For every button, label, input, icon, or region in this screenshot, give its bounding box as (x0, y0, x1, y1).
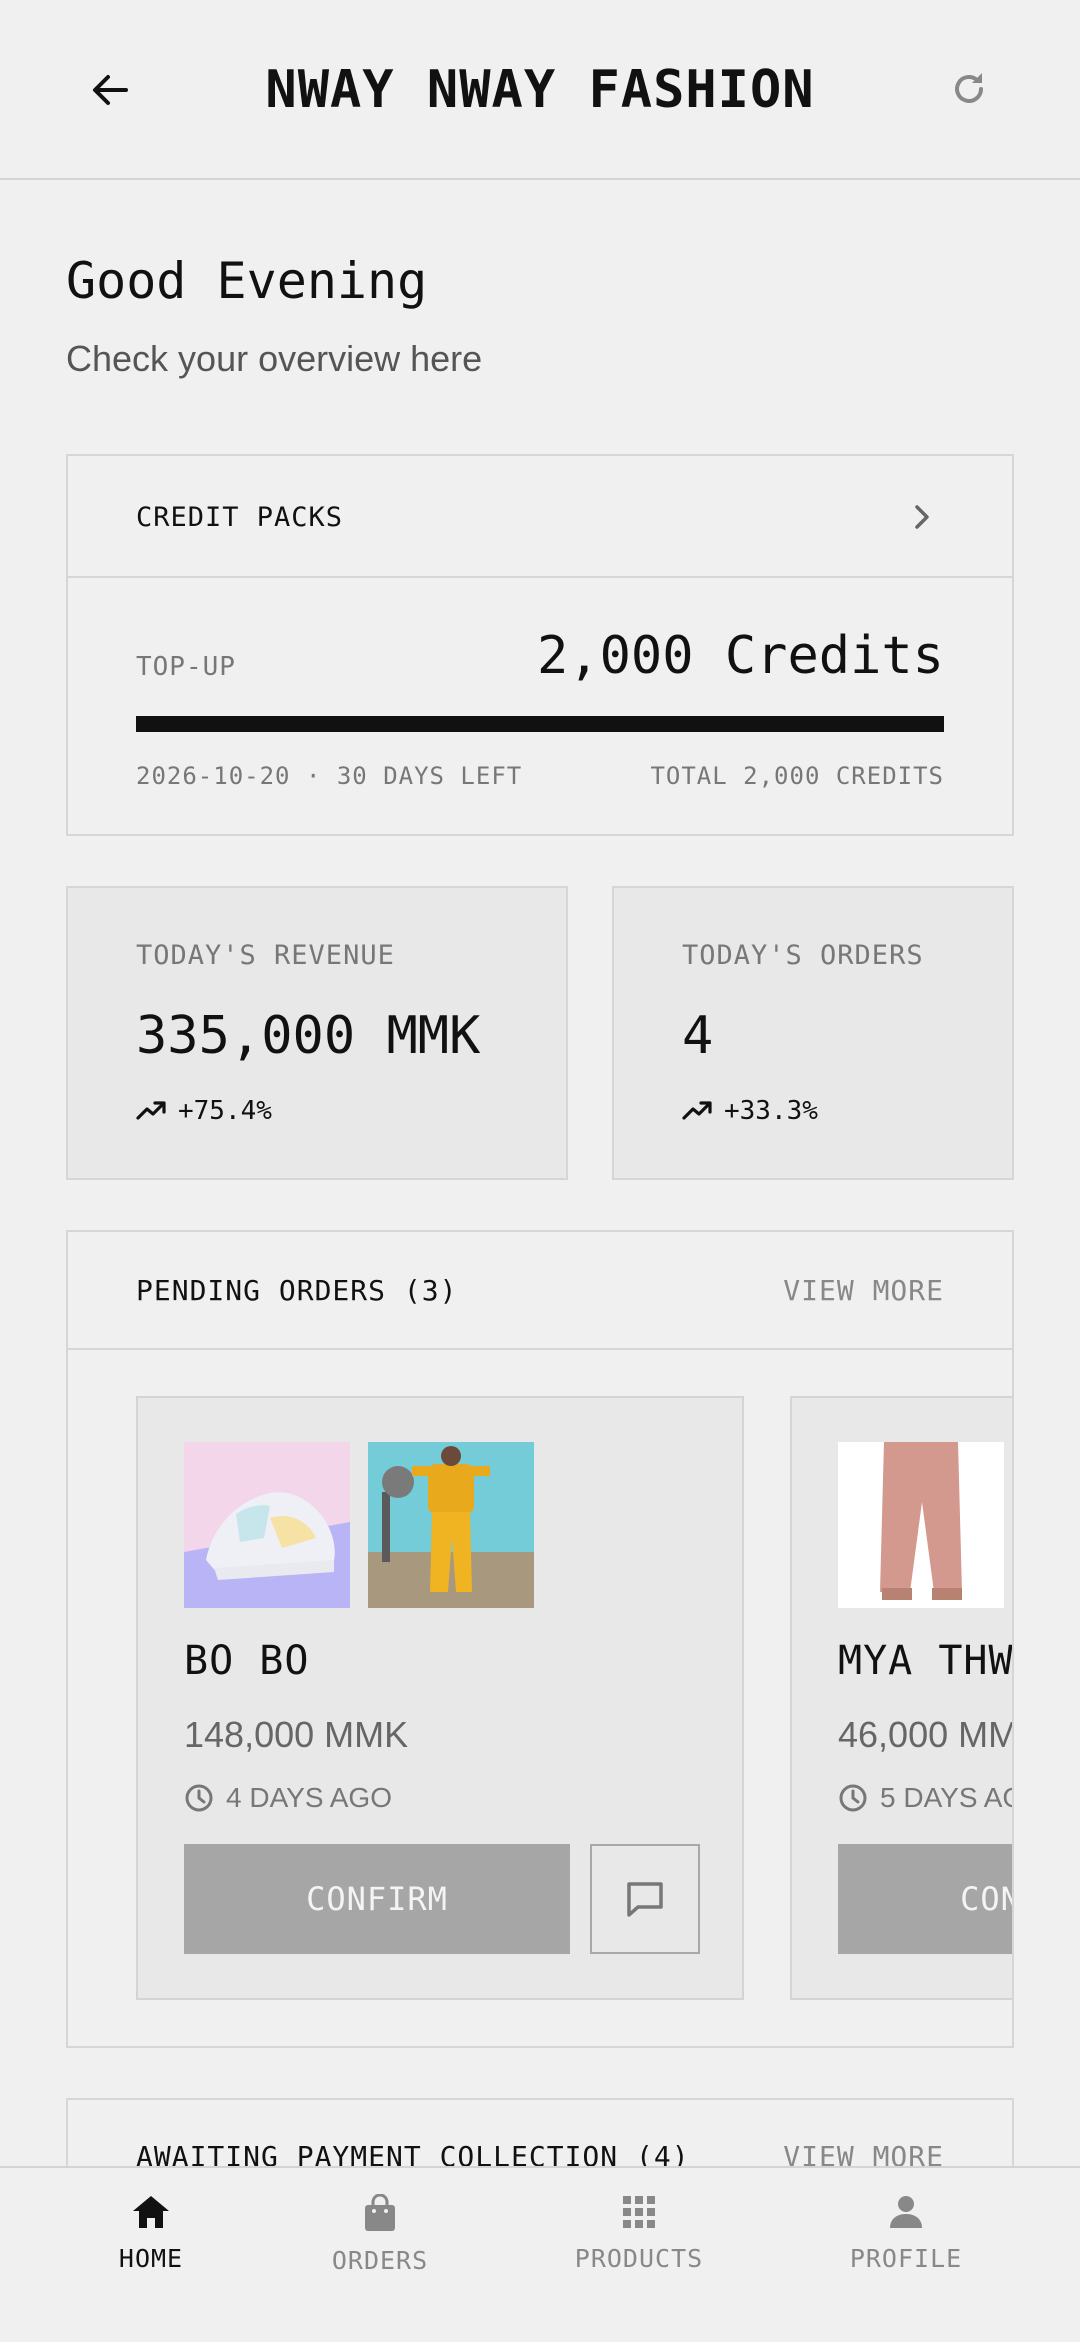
orders-label: TODAY'S ORDERS (682, 940, 924, 971)
pending-orders-section: PENDING ORDERS (3) VIEW MORE BO BO 148,0… (66, 1230, 1014, 2048)
product-thumbnail-tracksuit (368, 1442, 534, 1608)
credits-value: 2,000 Credits (537, 626, 944, 686)
product-thumbnail-pants (838, 1442, 1004, 1608)
home-icon (133, 2196, 169, 2228)
credit-expiry: 2026-10-20 · 30 DAYS LEFT (136, 762, 523, 790)
refresh-icon (955, 73, 983, 103)
nav-label-home: HOME (118, 2244, 184, 2273)
revenue-value: 335,000 MMK (136, 1006, 481, 1066)
nav-label-products: PRODUCTS (574, 2244, 704, 2273)
customer-name: BO BO (184, 1638, 310, 1684)
order-card[interactable]: BO BO 148,000 MMK 4 DAYS AGO CONFIRM (136, 1396, 744, 2000)
credit-packs-label: CREDIT PACKS (136, 502, 344, 533)
greeting-subtitle: Check your overview here (66, 338, 483, 379)
order-time-text: 4 DAYS AGO (226, 1782, 392, 1813)
clock-icon (185, 1784, 213, 1812)
trending-up-icon (136, 1101, 166, 1120)
person-icon (890, 2196, 922, 2228)
customer-name: MYA THWE (838, 1638, 1014, 1684)
nav-item-home[interactable]: HOME (51, 2194, 251, 2273)
message-button[interactable] (590, 1844, 700, 1954)
credit-packs-header[interactable]: CREDIT PACKS (68, 456, 1012, 578)
orders-change: +33.3% (724, 1096, 818, 1126)
order-price: 148,000 MMK (184, 1714, 409, 1755)
credit-progress-fill (136, 716, 944, 732)
bag-icon (365, 2194, 395, 2231)
bottom-nav: HOME ORDERS PRODUCTS PROFILE (0, 2166, 1080, 2342)
orders-value: 4 (682, 1006, 714, 1066)
clock-icon (839, 1784, 867, 1812)
credit-type: TOP-UP (136, 652, 236, 682)
order-time-text: 5 DAYS AGO (880, 1782, 1012, 1813)
grid-icon (623, 2196, 655, 2228)
page-title: NWAY NWAY FASHION (265, 60, 815, 120)
confirm-button[interactable]: CONFIRM (184, 1844, 570, 1954)
nav-item-orders[interactable]: ORDERS (280, 2194, 480, 2275)
nav-label-profile: PROFILE (849, 2244, 963, 2273)
revenue-trend: +75.4% (136, 1096, 272, 1126)
chevron-right-icon (915, 505, 929, 529)
nav-item-products[interactable]: PRODUCTS (539, 2194, 739, 2273)
confirm-button[interactable]: CONFIRM (838, 1844, 1012, 1954)
refresh-button[interactable] (940, 60, 998, 118)
app-header: NWAY NWAY FASHION (0, 0, 1080, 180)
order-price: 46,000 MMK (838, 1714, 1012, 1755)
credit-progress-bar (136, 716, 944, 732)
credit-packs-card: CREDIT PACKS TOP-UP 2,000 Credits 2026-1… (66, 454, 1014, 836)
orders-trend: +33.3% (682, 1096, 818, 1126)
greeting-title: Good Evening (66, 252, 428, 310)
trending-up-icon (682, 1101, 712, 1120)
order-card[interactable]: MYA THWE 46,000 MMK 5 DAYS AGO CONFIRM (790, 1396, 1014, 2000)
revenue-card: TODAY'S REVENUE 335,000 MMK +75.4% (66, 886, 568, 1180)
nav-item-profile[interactable]: PROFILE (806, 2194, 1006, 2273)
revenue-change: +75.4% (178, 1096, 272, 1126)
orders-card: TODAY'S ORDERS 4 +33.3% (612, 886, 1014, 1180)
nav-label-orders: ORDERS (331, 2246, 429, 2275)
order-time: 5 DAYS AGO (838, 1782, 1012, 1814)
pending-view-more-link[interactable]: VIEW MORE (783, 1274, 944, 1307)
revenue-label: TODAY'S REVENUE (136, 940, 395, 971)
pending-orders-title: PENDING ORDERS (3) (136, 1274, 458, 1307)
chat-icon (627, 1882, 663, 1917)
pending-orders-header: PENDING ORDERS (3) VIEW MORE (68, 1232, 1012, 1350)
product-thumbnail-sneaker (184, 1442, 350, 1608)
credit-total: TOTAL 2,000 CREDITS (650, 762, 944, 790)
order-time: 4 DAYS AGO (184, 1782, 392, 1814)
